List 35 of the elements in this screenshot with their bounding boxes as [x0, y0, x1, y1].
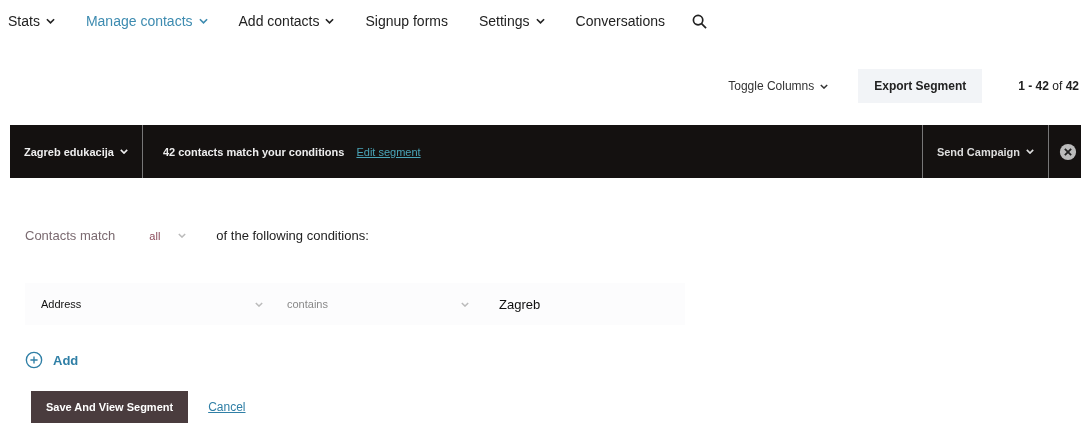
nav-item[interactable]: Add contacts: [238, 13, 335, 29]
nav-item[interactable]: Signup forms: [365, 13, 448, 29]
nav-item[interactable]: Settings: [478, 13, 545, 29]
chevron-down-icon: [820, 83, 829, 89]
chevron-down-icon: [461, 301, 469, 307]
nav-item[interactable]: Conversations: [575, 13, 666, 29]
contacts-match-label: Contacts match: [25, 228, 116, 243]
conditions-label: of the following conditions:: [216, 228, 369, 243]
save-and-view-segment-button[interactable]: Save And View Segment: [31, 391, 189, 423]
chevron-down-icon: [198, 18, 208, 24]
nav-item[interactable]: Manage contacts: [85, 13, 208, 29]
field-select[interactable]: Address: [25, 298, 283, 310]
nav-item[interactable]: Stats: [8, 13, 55, 29]
chevron-down-icon: [535, 18, 545, 24]
search-icon[interactable]: [692, 13, 708, 29]
export-segment-button[interactable]: Export Segment: [858, 69, 983, 103]
operator-select[interactable]: contains: [283, 298, 497, 310]
pagination-range: 1 - 42 of 42: [1018, 79, 1079, 93]
chevron-down-icon: [255, 301, 263, 307]
cancel-link[interactable]: Cancel: [208, 400, 246, 414]
plus-circle-icon: [25, 351, 43, 369]
edit-segment-link[interactable]: Edit segment: [356, 145, 421, 158]
send-campaign-button[interactable]: Send Campaign: [921, 125, 1049, 178]
match-count-text: 42 contacts match your conditions: [162, 145, 345, 158]
close-icon[interactable]: [1059, 142, 1077, 161]
chevron-down-icon: [325, 18, 335, 24]
chevron-down-icon: [178, 233, 187, 238]
chevron-down-icon: [1026, 149, 1034, 154]
chevron-down-icon: [45, 18, 55, 24]
toggle-columns-button[interactable]: Toggle Columns: [728, 79, 829, 93]
segment-dropdown[interactable]: Zagreb edukacija: [10, 125, 143, 178]
match-mode-select[interactable]: all: [149, 229, 187, 242]
value-input-field[interactable]: Zagreb: [497, 296, 541, 312]
add-condition-link[interactable]: Add: [25, 351, 79, 369]
chevron-down-icon: [119, 149, 128, 154]
